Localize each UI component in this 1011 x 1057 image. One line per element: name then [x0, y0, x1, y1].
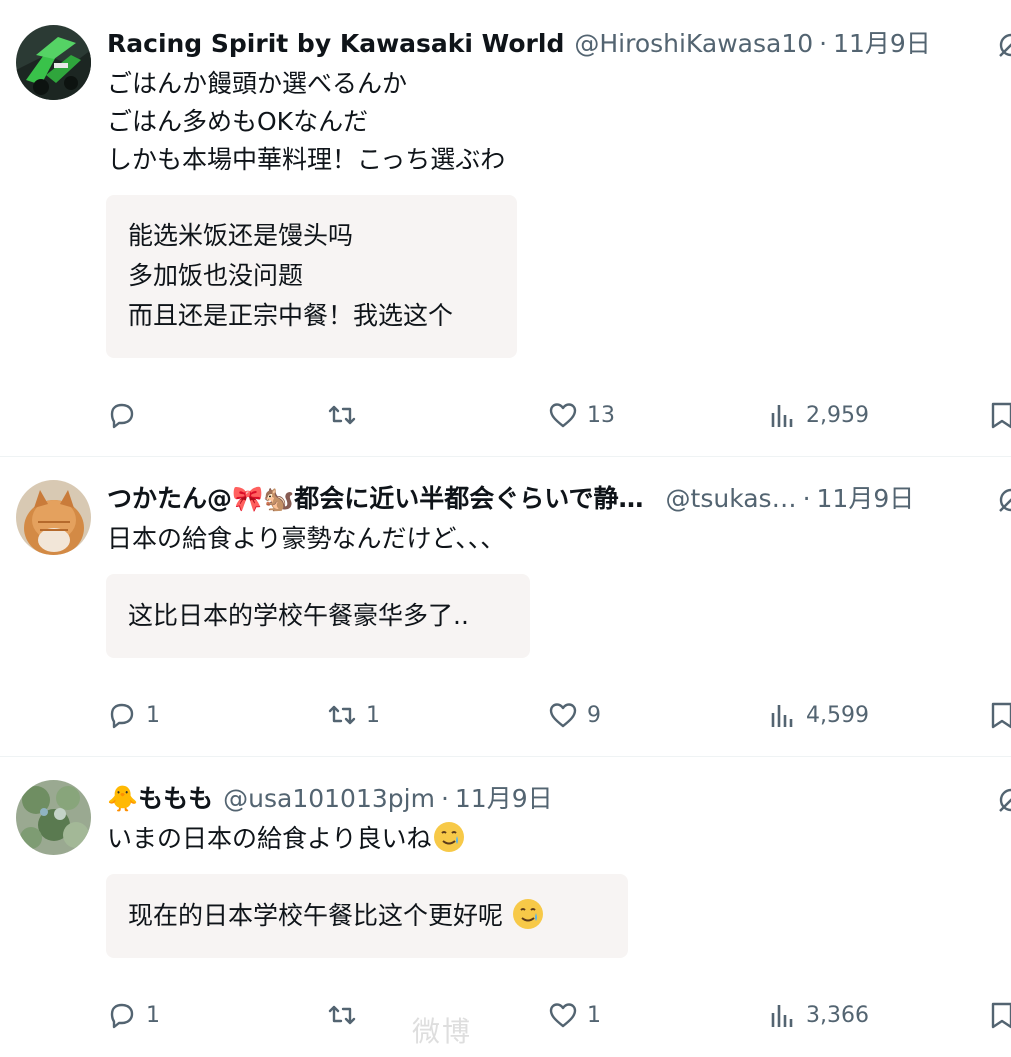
user-handle[interactable]: @HiroshiKawasa10 [574, 29, 813, 58]
translation-line: 现在的日本学校午餐比这个更好呢 [128, 901, 504, 930]
like-icon [549, 1003, 577, 1028]
post-text-line: いまの日本の給食より良いね [107, 824, 432, 853]
bookmark-icon [991, 702, 1011, 729]
reply-button[interactable]: 1 [106, 997, 160, 1033]
post-text-line: しかも本場中華料理！こっち選ぶわ [107, 145, 506, 174]
grok-icon[interactable] [996, 30, 1011, 60]
like-button[interactable]: 13 [547, 397, 615, 433]
like-count: 13 [587, 402, 615, 428]
display-name[interactable]: Racing Spirit by Kawasaki World [107, 29, 564, 58]
smiling-face-with-tear-icon [433, 822, 464, 852]
action-bar: 1 1 3,366 [0, 997, 1011, 1033]
reply-icon [110, 703, 134, 729]
action-bar: 13 2,959 [0, 397, 1011, 433]
retweet-icon [328, 405, 356, 425]
retweet-count: 1 [366, 702, 380, 728]
translation-line: 这比日本的学校午餐豪华多了.. [128, 601, 469, 630]
reply-feed: Racing Spirit by Kawasaki World @HiroshiK… [0, 0, 1011, 1057]
translation-line: 多加饭也没问题 [128, 261, 304, 290]
post[interactable]: 🐥ももも @usa101013pjm · 11月9日 いまの日本の給食より良いね 现在… [0, 757, 1011, 1057]
user-handle[interactable]: @tsukas… [666, 484, 797, 513]
post[interactable]: つかたん@🎀🐿️都会に近い半都会ぐらいで静… @tsukas… · 11月9日 日本の… [0, 457, 1011, 755]
like-icon [549, 703, 577, 728]
views-button[interactable]: 3,366 [766, 997, 869, 1033]
post-date[interactable]: 11月9日 [455, 784, 553, 813]
translation-box: 现在的日本学校午餐比这个更好呢 [106, 874, 628, 958]
avatar[interactable] [16, 25, 91, 100]
separator: · [802, 484, 811, 513]
retweet-button[interactable] [326, 397, 366, 433]
post-text: 日本の給食より豪勢なんだけど、、、 [107, 520, 505, 558]
views-count: 4,599 [806, 702, 869, 728]
post-header: つかたん@🎀🐿️都会に近い半都会ぐらいで静… @tsukas… · 11月9日 [107, 482, 914, 516]
retweet-button[interactable]: 1 [326, 697, 380, 733]
bookmark-button[interactable] [986, 697, 1011, 733]
watermark: 微博 [412, 1015, 473, 1048]
user-handle[interactable]: @usa101013pjm [223, 784, 435, 813]
post-text: いまの日本の給食より良いね [107, 820, 466, 858]
post-text-line: 日本の給食より豪勢なんだけど、、、 [107, 524, 506, 553]
translation-box: 能选米饭还是馒头吗 多加饭也没问题 而且还是正宗中餐！我选这个 [106, 195, 517, 358]
reply-icon [110, 1003, 134, 1029]
grok-icon[interactable] [996, 485, 1011, 515]
translation-box: 这比日本的学校午餐豪华多了.. [106, 574, 530, 658]
views-icon [771, 405, 793, 427]
post-header: 🐥ももも @usa101013pjm · 11月9日 [107, 782, 553, 816]
avatar[interactable] [16, 480, 91, 555]
post-header: Racing Spirit by Kawasaki World @HiroshiK… [107, 27, 931, 61]
post-text-line: ごはんか饅頭か選べるんか [107, 69, 408, 98]
views-icon [771, 1005, 793, 1027]
bookmark-button[interactable] [986, 397, 1011, 433]
bookmark-button[interactable] [986, 997, 1011, 1033]
post[interactable]: Racing Spirit by Kawasaki World @HiroshiK… [0, 0, 1011, 456]
reply-button[interactable] [106, 397, 146, 433]
avatar[interactable] [16, 780, 91, 855]
grok-icon[interactable] [996, 785, 1011, 815]
like-count: 1 [587, 1002, 601, 1028]
views-count: 2,959 [806, 402, 869, 428]
display-name[interactable]: つかたん@🎀🐿️都会に近い半都会ぐらいで静… [107, 484, 644, 513]
reply-count: 1 [146, 702, 160, 728]
like-icon [549, 403, 577, 428]
retweet-icon [328, 705, 356, 725]
action-bar: 1 1 9 4,599 [0, 697, 1011, 733]
separator: · [440, 784, 449, 813]
translation-line: 能选米饭还是馒头吗 [128, 221, 354, 250]
views-icon [771, 705, 793, 727]
display-name[interactable]: 🐥ももも [107, 784, 213, 813]
like-count: 9 [587, 702, 601, 728]
views-count: 3,366 [806, 1002, 869, 1028]
reply-button[interactable]: 1 [106, 697, 160, 733]
post-text: ごはんか饅頭か選べるんか ごはん多めもOKなんだ しかも本場中華料理！こっち選ぶ… [107, 65, 505, 179]
views-button[interactable]: 4,599 [766, 697, 869, 733]
bookmark-icon [991, 1002, 1011, 1029]
post-date[interactable]: 11月9日 [817, 484, 915, 513]
post-text-line: ごはん多めもOKなんだ [107, 107, 369, 136]
bookmark-icon [991, 402, 1011, 429]
retweet-button[interactable] [326, 997, 366, 1033]
translation-line: 而且还是正宗中餐！我选这个 [128, 301, 454, 330]
views-button[interactable]: 2,959 [766, 397, 869, 433]
retweet-icon [328, 1005, 356, 1025]
reply-icon [110, 403, 134, 429]
separator: · [819, 29, 828, 58]
like-button[interactable]: 1 [547, 997, 601, 1033]
post-date[interactable]: 11月9日 [833, 29, 931, 58]
smiling-face-with-tear-icon [512, 899, 543, 929]
like-button[interactable]: 9 [547, 697, 601, 733]
reply-count: 1 [146, 1002, 160, 1028]
